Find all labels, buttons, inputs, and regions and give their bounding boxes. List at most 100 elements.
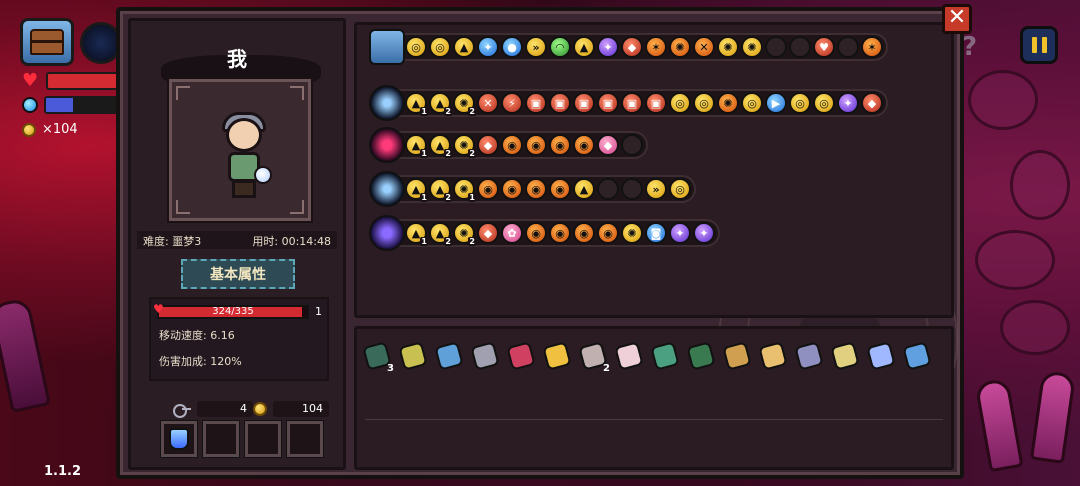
- module-chip[interactable]: ✦: [669, 222, 691, 244]
- module-chip[interactable]: ✦: [837, 92, 859, 114]
- module-chip[interactable]: ✕: [693, 36, 715, 58]
- ruby-pendant-icon[interactable]: [506, 340, 536, 372]
- module-chip[interactable]: ◆: [477, 134, 499, 156]
- module-chip[interactable]: ◉: [501, 134, 523, 156]
- module-chip[interactable]: ▲ 2: [429, 222, 452, 246]
- module-chip[interactable]: ✺: [669, 36, 691, 58]
- module-chip[interactable]: ✺ 2: [453, 222, 476, 246]
- module-chip[interactable]: ▲ 2: [429, 92, 452, 116]
- scroll-icon[interactable]: [722, 340, 752, 372]
- basic-attributes-tab[interactable]: 基本属性: [181, 259, 295, 289]
- module-chip[interactable]: ◎: [741, 92, 763, 114]
- cloak-icon[interactable]: 3: [362, 340, 394, 374]
- module-chip[interactable]: ◉: [597, 222, 619, 244]
- feather-icon[interactable]: [614, 340, 644, 372]
- fangs-icon[interactable]: [830, 340, 860, 372]
- module-chip[interactable]: ▣: [621, 92, 643, 114]
- module-chip[interactable]: »: [645, 178, 667, 200]
- module-chip[interactable]: ⚡: [501, 92, 523, 114]
- module-chip[interactable]: ♥: [813, 36, 835, 58]
- module-chip[interactable]: ▲ 1: [405, 178, 428, 202]
- quick-slot[interactable]: [244, 420, 282, 458]
- quick-slot[interactable]: [286, 420, 324, 458]
- module-chip[interactable]: [597, 178, 619, 200]
- module-chip[interactable]: ◉: [573, 134, 595, 156]
- module-chip[interactable]: ◉: [501, 178, 523, 200]
- cheese-icon[interactable]: [542, 340, 572, 372]
- module-chip[interactable]: ✺: [741, 36, 763, 58]
- module-chip[interactable]: ◉: [549, 134, 571, 156]
- module-chip[interactable]: ▣: [525, 92, 547, 114]
- module-chip[interactable]: ▲ 1: [405, 134, 428, 158]
- module-chip[interactable]: ✺ 1: [453, 178, 476, 202]
- module-chip[interactable]: ◎: [669, 178, 691, 200]
- module-chip[interactable]: ◉: [573, 222, 595, 244]
- module-chip[interactable]: ▲: [573, 36, 595, 58]
- module-chip[interactable]: ✶: [861, 36, 883, 58]
- module-chip[interactable]: »: [525, 36, 547, 58]
- module-chip[interactable]: ▶: [765, 92, 787, 114]
- star-icon[interactable]: [369, 171, 405, 207]
- module-chip[interactable]: ◆: [621, 36, 643, 58]
- module-chip[interactable]: ◉: [549, 222, 571, 244]
- help-button[interactable]: ?: [962, 32, 990, 68]
- module-chip[interactable]: ◉: [525, 178, 547, 200]
- module-chip[interactable]: ✶: [645, 36, 667, 58]
- module-chip[interactable]: [621, 178, 643, 200]
- module-chip[interactable]: ✺: [717, 92, 739, 114]
- module-chip[interactable]: ✺: [621, 222, 643, 244]
- module-chip[interactable]: ◉: [525, 222, 547, 244]
- module-chip[interactable]: ◎: [813, 92, 835, 114]
- module-chip[interactable]: ▲ 1: [405, 92, 428, 116]
- module-chip[interactable]: ◙: [645, 222, 667, 244]
- module-chip[interactable]: [621, 134, 643, 156]
- module-chip[interactable]: ▲ 2: [429, 178, 452, 202]
- bone-icon[interactable]: 2: [578, 340, 610, 374]
- module-chip[interactable]: ✿: [501, 222, 523, 244]
- module-chip[interactable]: ◎: [789, 92, 811, 114]
- module-chip[interactable]: ▣: [597, 92, 619, 114]
- module-chip[interactable]: [765, 36, 787, 58]
- module-chip[interactable]: ▣: [549, 92, 571, 114]
- module-chip[interactable]: ✦: [477, 36, 499, 58]
- module-chip[interactable]: ◠: [549, 36, 571, 58]
- module-chip[interactable]: ✺: [717, 36, 739, 58]
- rune-tile-icon[interactable]: [650, 340, 680, 372]
- hud-chest-button[interactable]: [20, 18, 74, 66]
- module-chip[interactable]: [837, 36, 859, 58]
- module-chip[interactable]: ◆: [597, 134, 619, 156]
- quick-slot[interactable]: [160, 420, 198, 458]
- module-chip[interactable]: ◎: [693, 92, 715, 114]
- module-chip[interactable]: ◎: [669, 92, 691, 114]
- chest-icon[interactable]: [369, 29, 405, 65]
- module-chip[interactable]: ✺ 2: [453, 92, 476, 116]
- quick-slot[interactable]: [202, 420, 240, 458]
- module-chip[interactable]: ◉: [525, 134, 547, 156]
- module-chip[interactable]: ◎: [405, 36, 427, 58]
- fish-icon[interactable]: [434, 340, 464, 372]
- red-gem-icon[interactable]: [369, 127, 405, 163]
- module-chip[interactable]: ▲ 2: [429, 134, 452, 158]
- module-chip[interactable]: ◎: [429, 36, 451, 58]
- module-chip[interactable]: [789, 36, 811, 58]
- vortex-icon[interactable]: [369, 215, 405, 251]
- module-chip[interactable]: ▣: [573, 92, 595, 114]
- magnifier-icon[interactable]: [902, 340, 932, 372]
- worm-icon[interactable]: [398, 340, 428, 372]
- roast-icon[interactable]: [758, 340, 788, 372]
- module-chip[interactable]: ✕: [477, 92, 499, 114]
- module-chip[interactable]: ◆: [477, 222, 499, 244]
- module-chip[interactable]: ▲ 1: [405, 222, 428, 246]
- crystal-icon[interactable]: [794, 340, 824, 372]
- module-chip[interactable]: ●: [501, 36, 523, 58]
- pause-button[interactable]: [1020, 26, 1058, 64]
- rod-icon[interactable]: [470, 340, 500, 372]
- module-chip[interactable]: ◉: [549, 178, 571, 200]
- star-wand-icon[interactable]: [369, 85, 405, 121]
- module-chip[interactable]: ▲: [453, 36, 475, 58]
- module-chip[interactable]: ✺ 2: [453, 134, 476, 158]
- close-button[interactable]: ✕: [942, 4, 972, 34]
- module-chip[interactable]: ▲: [573, 178, 595, 200]
- boot-icon[interactable]: [686, 340, 716, 372]
- module-chip[interactable]: ✦: [693, 222, 715, 244]
